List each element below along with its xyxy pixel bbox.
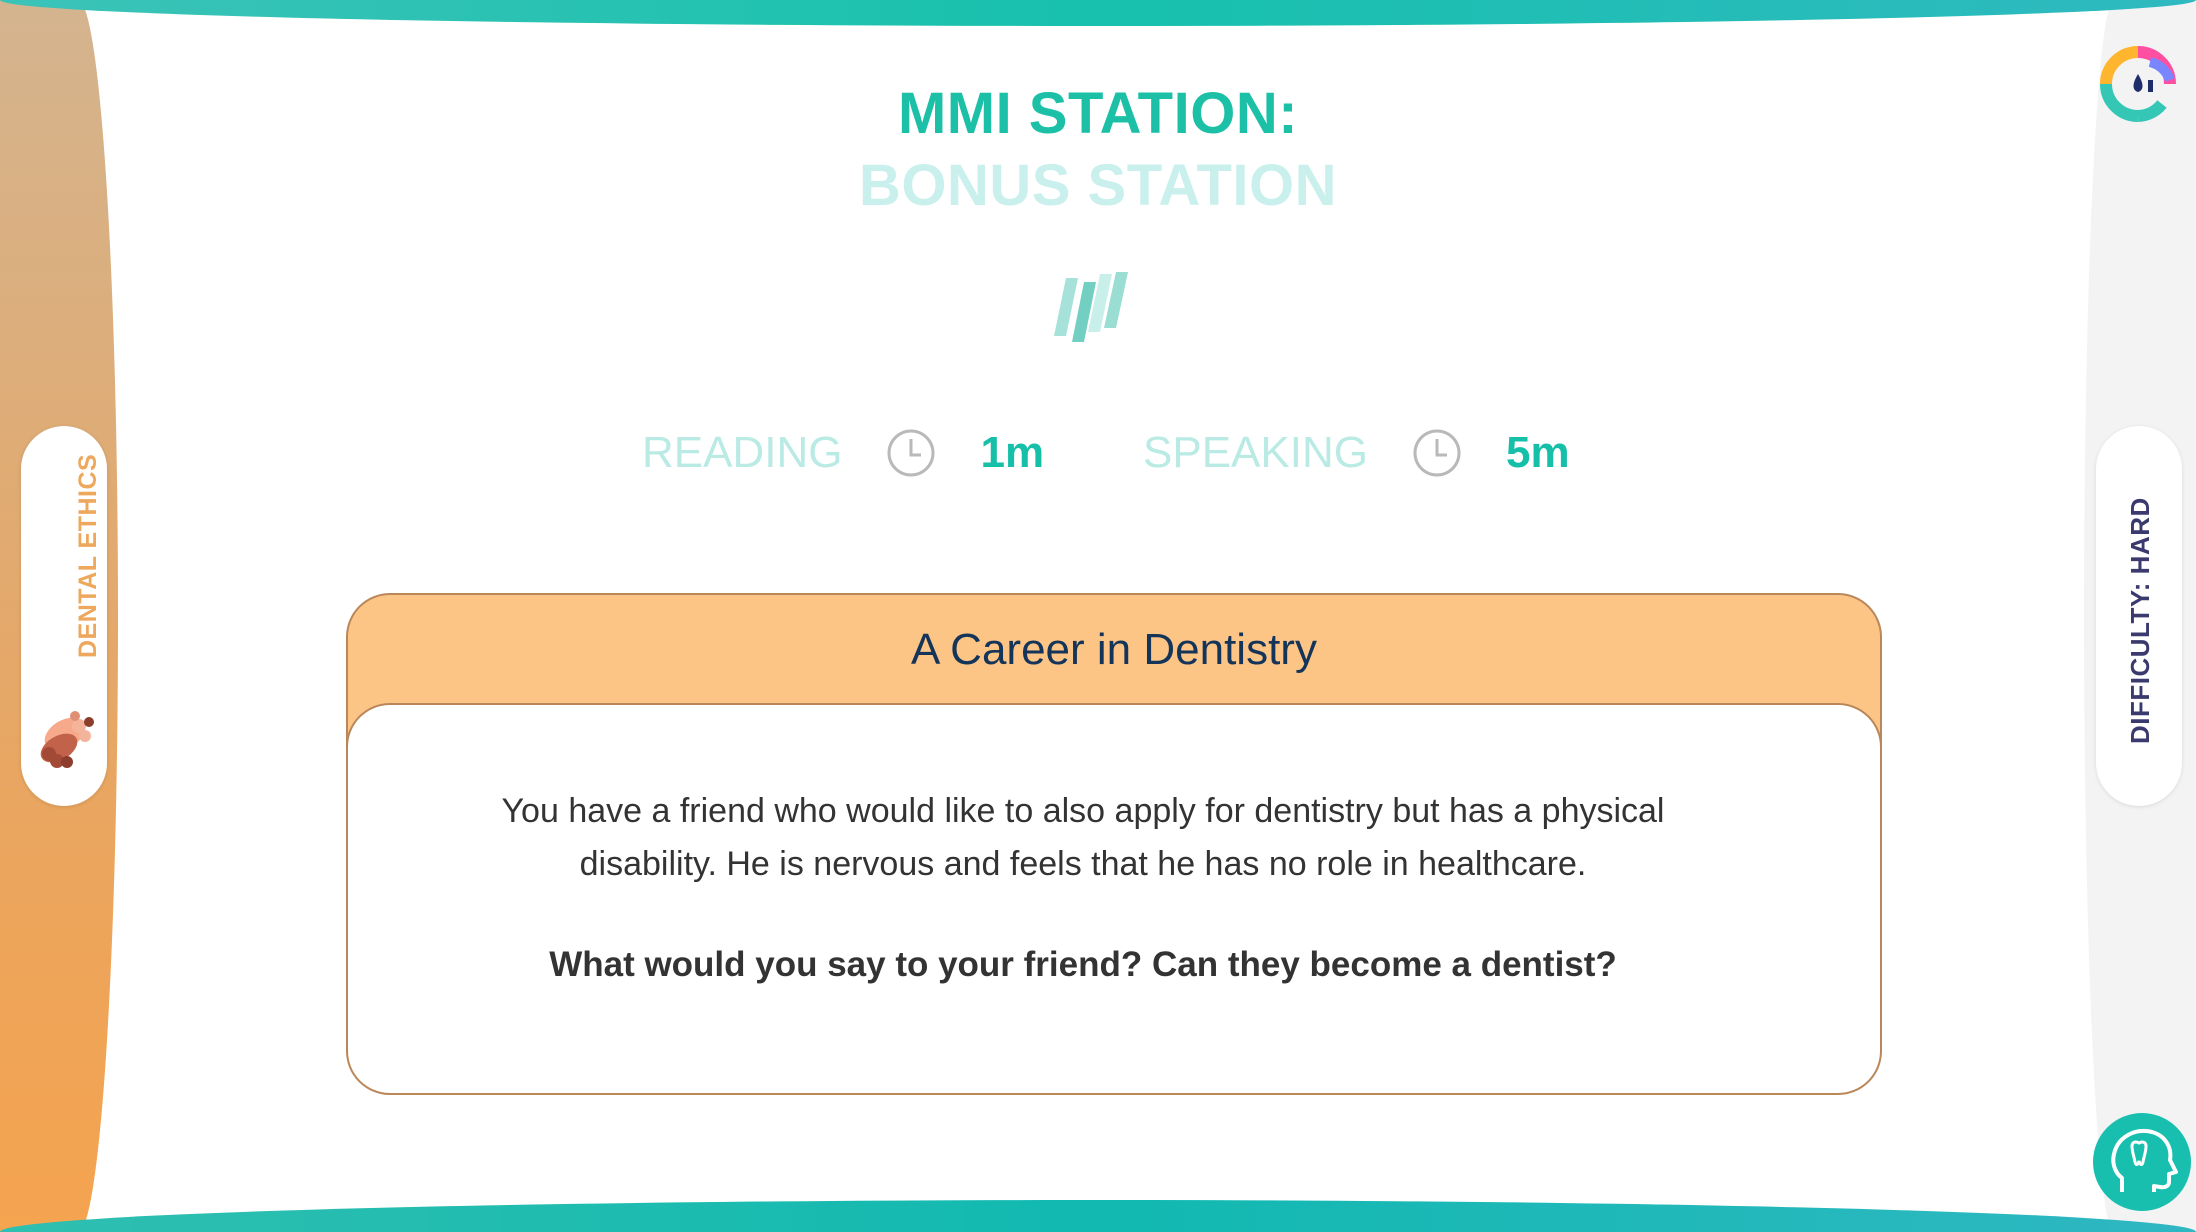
scenario-card: A Career in Dentistry You have a friend …	[346, 593, 1882, 1095]
reading-timer: READING 1m	[642, 423, 1044, 483]
top-wave-decoration	[0, 0, 2196, 26]
hands-icon	[35, 706, 95, 776]
clock-icon	[886, 428, 936, 478]
clock-icon	[1412, 428, 1462, 478]
card-title: A Career in Dentistry	[911, 625, 1317, 674]
speaking-label: SPEAKING	[1143, 428, 1368, 477]
scenario-text: You have a friend who would like to also…	[501, 792, 1665, 883]
card-body: You have a friend who would like to also…	[348, 703, 1880, 1093]
stripes-icon	[1050, 268, 1142, 346]
brain-tooth-icon[interactable]	[2092, 1112, 2192, 1212]
category-label: DENTAL ETHICS	[74, 453, 102, 658]
reading-label: READING	[642, 428, 843, 477]
difficulty-tab: DIFFICULTY: HARD	[2096, 426, 2182, 806]
reading-duration: 1m	[980, 428, 1045, 477]
scenario-question: What would you say to your friend? Can t…	[549, 945, 1617, 984]
station-title: MMI STATION:	[897, 81, 1299, 146]
difficulty-label: DIFFICULTY: HARD	[2125, 497, 2155, 744]
station-subtitle: BONUS STATION	[858, 153, 1337, 218]
category-tab[interactable]: DENTAL ETHICS	[21, 426, 107, 806]
speaking-duration: 5m	[1505, 428, 1570, 477]
bottom-wave-decoration	[0, 1200, 2196, 1232]
speaking-timer: SPEAKING 5m	[1143, 423, 1570, 483]
